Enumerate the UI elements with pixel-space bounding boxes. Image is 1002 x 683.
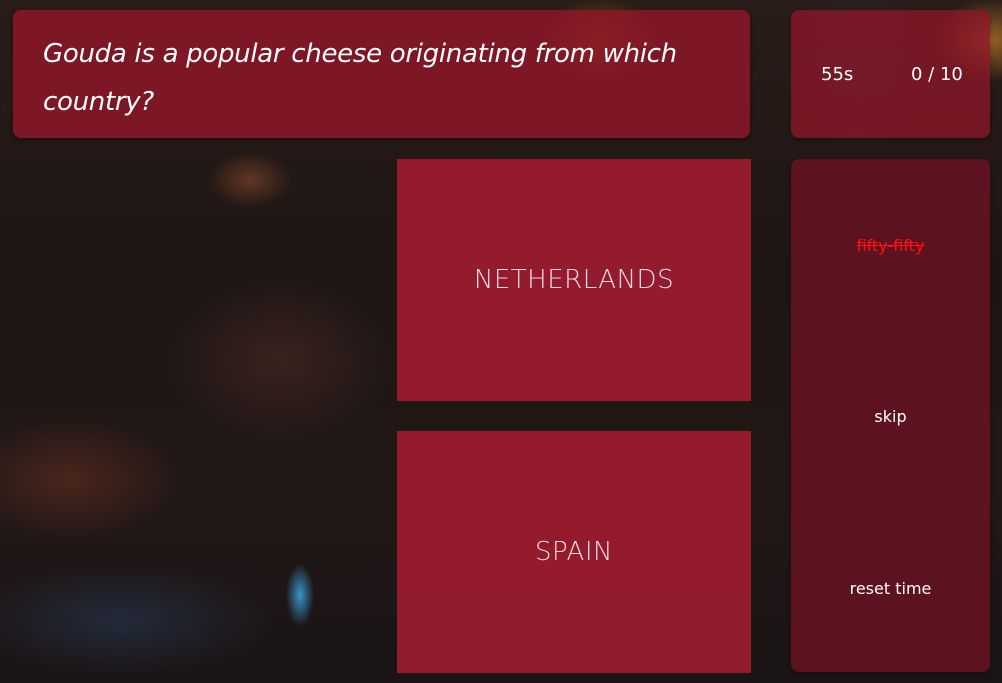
fifty-fifty-button[interactable]: fifty-fifty — [791, 236, 990, 255]
answer-option-1[interactable]: NETHERLANDS — [397, 159, 751, 401]
score: 0 / 10 — [911, 64, 963, 85]
question-panel: Gouda is a popular cheese originating fr… — [13, 10, 750, 138]
answer-option-2[interactable]: SPAIN — [397, 431, 751, 673]
question-text: Gouda is a popular cheese originating fr… — [43, 39, 677, 117]
reset-time-button[interactable]: reset time — [791, 579, 990, 598]
timer: 55s — [821, 64, 854, 85]
lifeline-panel: fifty-fifty skip reset time — [791, 159, 990, 672]
skip-button[interactable]: skip — [791, 407, 990, 426]
answer-label: NETHERLANDS — [473, 265, 675, 295]
answer-label: SPAIN — [535, 537, 613, 567]
status-panel: 55s 0 / 10 — [791, 10, 990, 138]
